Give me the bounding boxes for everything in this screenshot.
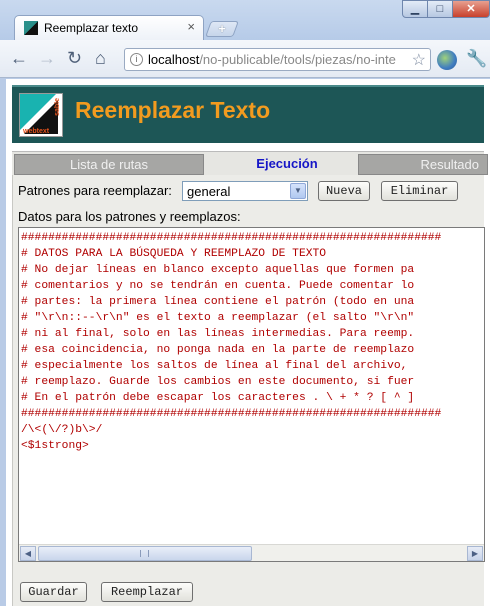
new-tab-button[interactable]: + — [205, 21, 239, 37]
patterns-textarea[interactable]: ########################################… — [18, 227, 485, 562]
code-line: # comentarios y no se tendrán en cuenta.… — [21, 280, 415, 292]
page-title: Reemplazar Texto — [75, 97, 271, 123]
delete-button[interactable]: Eliminar — [381, 181, 458, 201]
bookmark-star-icon[interactable]: ☆ — [412, 50, 426, 70]
code-line: ########################################… — [21, 408, 442, 420]
browser-titlebar: Reemplazar texto × + ▁ □ ✕ — [0, 0, 490, 40]
plus-icon: + — [218, 21, 226, 36]
forward-arrow-icon[interactable]: → — [38, 48, 56, 68]
code-line: # ni al final, solo en las líneas interm… — [21, 328, 415, 340]
horizontal-scrollbar[interactable]: ◀ ▶ — [19, 544, 484, 561]
app-header: webtext sable Reemplazar Texto — [12, 85, 484, 143]
maximize-button[interactable]: □ — [427, 0, 453, 18]
tab-execution[interactable]: Ejecución — [212, 154, 362, 175]
browser-toolbar: ← → ↻ ⌂ i localhost/no-publicable/tools/… — [0, 40, 490, 78]
url-text: localhost/no-publicable/tools/piezas/no-… — [148, 52, 396, 67]
browser-tab-title: Reemplazar texto — [44, 21, 139, 35]
patterns-label: Patrones para reemplazar: — [18, 183, 172, 198]
tab-routes[interactable]: Lista de rutas — [14, 154, 204, 175]
code-line: # DATOS PARA LA BÚSQUEDA Y REEMPLAZO DE … — [21, 248, 327, 260]
tab-result[interactable]: Resultado — [358, 154, 488, 175]
tab-close-icon[interactable]: × — [187, 19, 195, 34]
page-viewport: webtext sable Reemplazar Texto Lista de … — [6, 79, 490, 606]
data-label: Datos para los patrones y reemplazos: — [18, 209, 241, 224]
code-line: <$1strong> — [21, 440, 89, 452]
home-icon[interactable]: ⌂ — [95, 48, 106, 68]
reload-icon[interactable]: ↻ — [67, 48, 82, 68]
code-line: # reemplazo. Guarde los cambios en este … — [21, 376, 415, 388]
favicon-icon — [24, 21, 38, 35]
minimize-button[interactable]: ▁ — [402, 0, 428, 18]
app-logo: webtext sable — [19, 93, 63, 137]
browser-tab[interactable]: Reemplazar texto × — [14, 15, 204, 40]
back-arrow-icon[interactable]: ← — [10, 48, 28, 68]
extension-globe-icon[interactable] — [437, 50, 457, 70]
page-tabs: Lista de rutas Ejecución Resultado — [12, 151, 488, 175]
chevron-down-icon[interactable]: ▼ — [290, 183, 306, 199]
code-line: # esa coincidencia, no ponga nada en la … — [21, 344, 415, 356]
scrollbar-thumb[interactable] — [38, 546, 252, 561]
execution-panel: Patrones para reemplazar: general ▼ Nuev… — [12, 175, 485, 606]
scroll-right-icon[interactable]: ▶ — [467, 546, 483, 561]
new-button[interactable]: Nueva — [318, 181, 370, 201]
patterns-select[interactable]: general ▼ — [182, 181, 308, 201]
save-button[interactable]: Guardar — [20, 582, 87, 602]
code-line: # No dejar líneas en blanco excepto aque… — [21, 264, 415, 276]
scroll-left-icon[interactable]: ◀ — [20, 546, 36, 561]
close-window-button[interactable]: ✕ — [452, 0, 490, 18]
wrench-menu-icon[interactable]: 🔧 — [466, 49, 487, 69]
address-bar[interactable]: i localhost/no-publicable/tools/piezas/n… — [124, 48, 431, 71]
code-line: # "\r\n::--\r\n" es el texto a reemplaza… — [21, 312, 415, 324]
patterns-selected-value: general — [187, 184, 231, 199]
replace-button[interactable]: Reemplazar — [101, 582, 193, 602]
page-info-icon[interactable]: i — [130, 53, 143, 66]
code-line: # En el patrón debe escapar los caracter… — [21, 392, 415, 404]
code-line: ########################################… — [21, 232, 442, 244]
code-line: /\<(\/?)b\>/ — [21, 424, 103, 436]
code-line: # especialmente los saltos de línea al f… — [21, 360, 408, 372]
code-line: # partes: la primera línea contiene el p… — [21, 296, 415, 308]
